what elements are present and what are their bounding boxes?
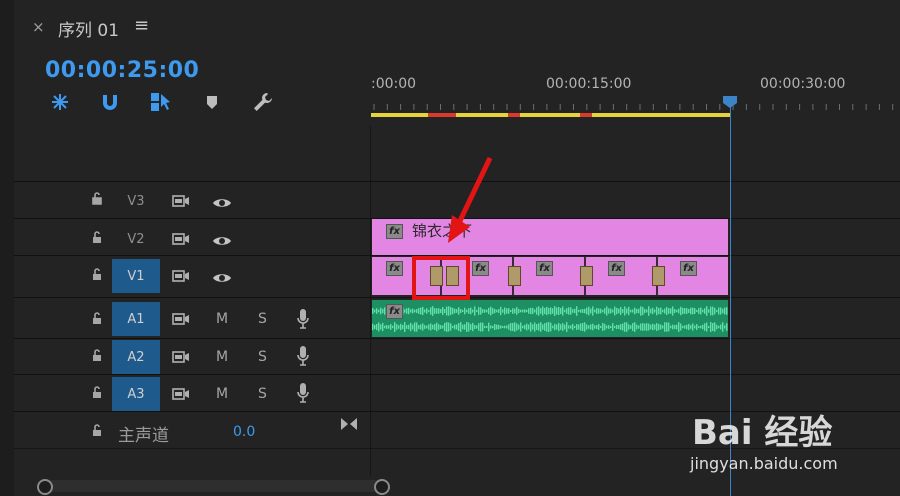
nest-snap-icon[interactable]: [48, 90, 72, 114]
scrollbar-right-handle[interactable]: [374, 479, 390, 495]
playhead-handle[interactable]: [723, 96, 737, 108]
solo-button[interactable]: S: [258, 349, 267, 365]
lock-icon[interactable]: [90, 422, 104, 441]
fx-badge: fx: [608, 261, 625, 276]
lock-icon[interactable]: [90, 310, 104, 329]
sync-lock-icon[interactable]: [172, 349, 190, 368]
track-name-a1[interactable]: A1: [112, 302, 160, 336]
clip-thumbnail: [508, 266, 521, 286]
track-divider: [14, 374, 900, 375]
add-marker-icon[interactable]: [200, 90, 224, 114]
fx-badge: fx: [386, 304, 403, 319]
track-name-v1[interactable]: V1: [112, 259, 160, 293]
fx-badge: fx: [386, 261, 403, 276]
time-ruler[interactable]: [372, 100, 900, 114]
sequence-tab-title[interactable]: 序列 01: [58, 16, 119, 41]
highlight-box: [412, 256, 470, 300]
track-divider: [14, 338, 900, 339]
microphone-icon[interactable]: [296, 308, 310, 334]
render-bar-red: [428, 113, 456, 117]
lock-icon[interactable]: [90, 190, 104, 209]
microphone-icon[interactable]: [296, 382, 310, 408]
fx-badge: fx: [536, 261, 553, 276]
sync-lock-icon[interactable]: [172, 231, 190, 250]
eye-icon[interactable]: [212, 194, 232, 213]
baidu-watermark-logo: Bai 经验: [692, 413, 833, 453]
render-bar-red: [580, 113, 592, 117]
eye-icon[interactable]: [212, 269, 232, 288]
solo-button[interactable]: S: [258, 311, 267, 327]
wrench-settings-icon[interactable]: [251, 90, 275, 114]
annotation-arrow-icon: [448, 156, 493, 243]
playhead-timecode[interactable]: 00:00:25:00: [45, 58, 199, 83]
solo-button[interactable]: S: [258, 386, 267, 402]
close-panel-button[interactable]: ×: [32, 18, 45, 36]
mute-button[interactable]: M: [216, 386, 228, 402]
mute-button[interactable]: M: [216, 349, 228, 365]
master-track-label: 主声道: [118, 426, 169, 446]
work-area-bar[interactable]: [371, 113, 731, 117]
lock-icon[interactable]: [90, 347, 104, 366]
baidu-watermark-url: jingyan.baidu.com: [690, 454, 838, 473]
bowtie-icon[interactable]: [340, 416, 358, 435]
track-name-v2[interactable]: V2: [112, 222, 160, 256]
clip-a1-audio[interactable]: [372, 300, 728, 337]
track-name-a3[interactable]: A3: [112, 377, 160, 411]
scrollbar-left-handle[interactable]: [37, 479, 53, 495]
lock-icon[interactable]: [90, 266, 104, 285]
magnet-snap-icon[interactable]: [98, 90, 122, 114]
header-divider: [370, 126, 371, 476]
fx-badge: fx: [386, 224, 403, 239]
microphone-icon[interactable]: [296, 345, 310, 371]
sync-lock-icon[interactable]: [172, 311, 190, 330]
timeline-scrollbar[interactable]: [42, 480, 382, 492]
panel-menu-button[interactable]: ≡: [134, 15, 149, 36]
track-name-v3[interactable]: V3: [112, 184, 160, 218]
fx-badge: fx: [472, 261, 489, 276]
sync-lock-icon[interactable]: [172, 268, 190, 287]
clip-thumbnail: [580, 266, 593, 286]
mute-button[interactable]: M: [216, 311, 228, 327]
ruler-label-0: :00:00: [371, 76, 417, 92]
clip-thumbnail: [652, 266, 665, 286]
master-volume-value[interactable]: 0.0: [233, 424, 255, 440]
fx-badge: fx: [680, 261, 697, 276]
audio-waveform: [372, 306, 728, 332]
sync-lock-icon[interactable]: [172, 193, 190, 212]
lock-icon[interactable]: [90, 384, 104, 403]
eye-icon[interactable]: [212, 232, 232, 251]
lock-icon[interactable]: [90, 229, 104, 248]
track-name-a2[interactable]: A2: [112, 340, 160, 374]
sync-lock-icon[interactable]: [172, 386, 190, 405]
linked-selection-icon[interactable]: [149, 90, 173, 114]
ruler-label-15: 00:00:15:00: [546, 76, 632, 92]
render-bar-red: [508, 113, 520, 117]
ruler-label-30: 00:00:30:00: [760, 76, 846, 92]
